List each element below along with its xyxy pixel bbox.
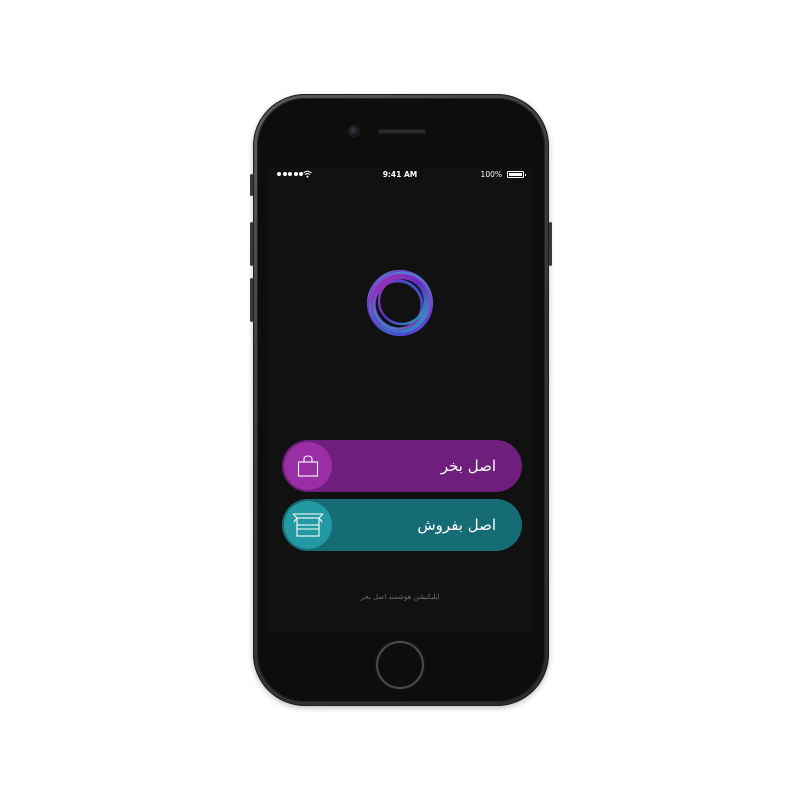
ring-logo-icon bbox=[366, 269, 434, 337]
buy-button-label: اصل بخر bbox=[440, 457, 496, 475]
footer-tagline: اپلیکیشن هوشمند اصل بخر bbox=[360, 593, 440, 601]
sell-button[interactable]: اصل بفروش bbox=[282, 499, 522, 551]
battery-icon bbox=[507, 171, 526, 178]
earpiece-speaker bbox=[378, 129, 426, 134]
buy-icon-circle bbox=[284, 442, 332, 490]
box-icon bbox=[292, 513, 324, 537]
buy-button[interactable]: اصل بخر bbox=[282, 440, 522, 492]
battery-percentage: 100% bbox=[480, 170, 502, 179]
sell-icon-circle bbox=[284, 501, 332, 549]
power-button bbox=[549, 222, 552, 266]
app-screen: 9:41 AM 100% اصل بخر اصل بفروش اپلیکیشن … bbox=[268, 167, 532, 633]
home-button[interactable] bbox=[378, 643, 422, 687]
front-camera bbox=[349, 126, 359, 136]
shopping-bag-icon bbox=[297, 455, 319, 477]
sell-button-label: اصل بفروش bbox=[417, 516, 496, 534]
status-bar: 9:41 AM 100% bbox=[268, 167, 532, 183]
